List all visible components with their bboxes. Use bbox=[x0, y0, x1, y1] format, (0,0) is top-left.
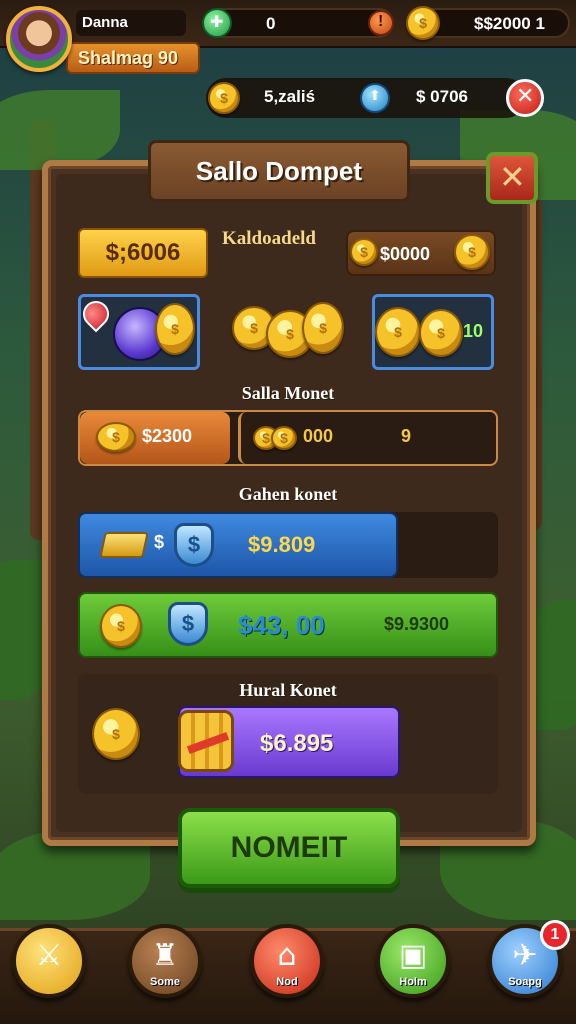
barrel-icon bbox=[178, 710, 234, 772]
item-card-count: 10 bbox=[463, 321, 484, 341]
coin-icon bbox=[350, 238, 378, 266]
add-gems-icon[interactable] bbox=[368, 10, 394, 36]
coin-icon bbox=[419, 309, 463, 357]
exchange-mid-value: 000 bbox=[303, 426, 334, 446]
coin-icon bbox=[302, 302, 344, 354]
balance-pill-value: $0000 bbox=[380, 244, 431, 264]
blue-bar-prefix: $ bbox=[154, 532, 165, 552]
coin-icon bbox=[271, 426, 297, 450]
chest-icon: ▣ bbox=[398, 938, 428, 973]
coin-icon bbox=[454, 234, 490, 270]
ruby-icon bbox=[77, 295, 115, 333]
item-card-potion[interactable] bbox=[77, 294, 200, 370]
close-icon[interactable] bbox=[506, 79, 544, 117]
coins-counter[interactable]: $$2000 1 bbox=[406, 6, 570, 40]
section-title-1: Salla Monet bbox=[241, 383, 335, 403]
nav-sword-button[interactable]: ⚔ bbox=[12, 924, 86, 998]
purple-progress-bar[interactable]: $6.895 bbox=[178, 706, 400, 778]
gems-counter[interactable]: 0 bbox=[202, 8, 394, 38]
green-bar-right-value: $9.9300 bbox=[384, 614, 450, 634]
panel-close-button[interactable] bbox=[486, 152, 538, 204]
notification-badge: 1 bbox=[540, 920, 570, 950]
blue-progress-bar[interactable]: $ $9.809 bbox=[78, 512, 398, 578]
sword-icon: ⚔ bbox=[35, 938, 63, 973]
nav-nod-button[interactable]: ⌂ Nod bbox=[250, 924, 324, 998]
exchange-left-segment[interactable]: $2300 bbox=[80, 412, 230, 464]
gems-value: 0 bbox=[266, 14, 276, 33]
section-title-3: Hural Konet bbox=[239, 680, 337, 700]
coin-icon bbox=[96, 422, 136, 452]
player-name: Danna bbox=[76, 10, 186, 36]
shield-icon bbox=[168, 602, 208, 646]
coin-icon bbox=[92, 708, 140, 760]
trophy-icon: ♜ bbox=[151, 938, 179, 973]
gold-balance-badge: $;6006 bbox=[78, 228, 208, 278]
shield-icon bbox=[174, 523, 214, 567]
balance-label: Kaldoadeld bbox=[222, 228, 316, 249]
item-card-coins[interactable] bbox=[224, 294, 346, 370]
upgrade-icon[interactable] bbox=[360, 83, 390, 113]
gem-icon bbox=[202, 8, 232, 38]
secondary-value-left: 5,zaliś bbox=[264, 87, 316, 106]
player-avatar[interactable] bbox=[6, 6, 72, 72]
secondary-resource-bar: 5,zaliś $ 0706 bbox=[206, 78, 544, 118]
blue-bar-value: $9.809 bbox=[248, 532, 316, 557]
green-progress-bar[interactable]: $43, 00 $9.9300 bbox=[78, 592, 498, 658]
green-bar-value: $43, 00 bbox=[238, 610, 325, 640]
balance-pill[interactable]: $0000 bbox=[346, 230, 496, 276]
purple-bar-value: $6.895 bbox=[260, 730, 334, 757]
coin-icon bbox=[375, 307, 421, 357]
section-title-2: Gahen konet bbox=[238, 484, 338, 504]
nav-holm-button[interactable]: ▣ Holm bbox=[376, 924, 450, 998]
gold-bar-icon bbox=[99, 532, 149, 558]
exchange-right-value: 9 bbox=[401, 426, 412, 446]
confirm-button[interactable]: NOMEIT bbox=[178, 808, 400, 888]
secondary-value-right: $ 0706 bbox=[416, 87, 468, 106]
coin-icon bbox=[208, 82, 240, 114]
level-badge: Shalmag 90 bbox=[66, 42, 200, 74]
exchange-left-value: $2300 bbox=[142, 426, 193, 446]
coin-icon bbox=[100, 604, 142, 648]
coin-icon bbox=[406, 6, 440, 40]
panel-title: Sallo Dompet bbox=[148, 140, 410, 202]
item-card-coins-10[interactable]: 10 bbox=[372, 294, 494, 370]
coins-value: $$2000 1 bbox=[474, 14, 545, 33]
home-icon: ⌂ bbox=[277, 938, 297, 973]
nav-some-button[interactable]: ♜ Some bbox=[128, 924, 202, 998]
exchange-right-segment[interactable]: 000 9 bbox=[238, 412, 496, 464]
coin-icon bbox=[155, 303, 195, 355]
